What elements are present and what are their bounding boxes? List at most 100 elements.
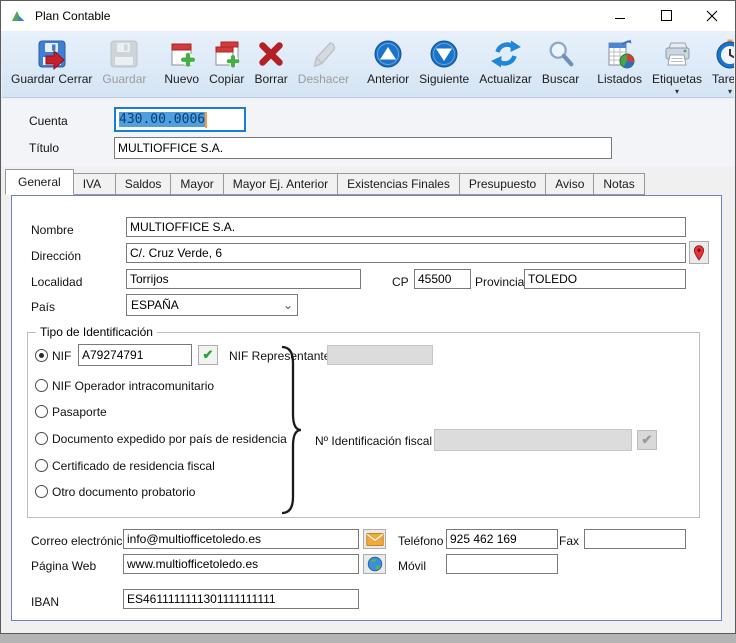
new-record-icon bbox=[166, 36, 198, 72]
toolbar-button-deshacer[interactable]: Deshacer bbox=[293, 33, 354, 97]
telefono-input[interactable] bbox=[446, 529, 558, 549]
nombre-input[interactable] bbox=[126, 217, 686, 237]
toolbar-button-etiquetas[interactable]: Etiquetas ▾ bbox=[647, 33, 707, 97]
dropdown-arrow-icon: ▾ bbox=[728, 87, 733, 96]
web-label: Página Web bbox=[31, 559, 97, 573]
maximize-icon bbox=[660, 10, 672, 21]
provincia-input[interactable] bbox=[524, 269, 686, 289]
direccion-label: Dirección bbox=[31, 249, 82, 263]
nombre-label: Nombre bbox=[31, 223, 74, 237]
cp-label: CP bbox=[392, 275, 409, 289]
direccion-input[interactable] bbox=[126, 243, 686, 263]
maximize-button[interactable] bbox=[643, 1, 689, 30]
close-icon bbox=[706, 10, 718, 21]
check-icon: ✔ bbox=[202, 347, 214, 362]
toolbar-label: Guardar bbox=[102, 72, 147, 86]
minimize-button[interactable] bbox=[597, 1, 643, 30]
cp-input[interactable] bbox=[414, 269, 471, 289]
tab-presupuesto[interactable]: Presupuesto bbox=[458, 173, 547, 195]
fax-label: Fax bbox=[559, 534, 580, 548]
toolbar-label: Deshacer bbox=[297, 72, 350, 86]
dropdown-arrow-icon: ▾ bbox=[674, 87, 679, 96]
toolbar-label: Borrar bbox=[254, 72, 288, 86]
tab-aviso[interactable]: Aviso bbox=[545, 173, 595, 195]
toolbar-button-borrar[interactable]: Borrar bbox=[249, 33, 292, 97]
undo-icon bbox=[308, 36, 338, 72]
correo-input[interactable] bbox=[123, 529, 359, 549]
tab-mayor-ej-anterior[interactable]: Mayor Ej. Anterior bbox=[222, 173, 339, 195]
tab-existencias-finales[interactable]: Existencias Finales bbox=[337, 173, 460, 195]
toolbar-label: Guardar Cerrar bbox=[11, 72, 93, 86]
grouping-brace bbox=[279, 345, 303, 520]
group-title: Tipo de Identificación bbox=[36, 325, 157, 339]
radio-otro-documento[interactable] bbox=[35, 485, 48, 498]
fax-input[interactable] bbox=[584, 529, 686, 549]
plan-contable-window: Plan Contable Guardar Cerrar Guardar Nue… bbox=[0, 0, 736, 634]
nif-representante-input bbox=[327, 345, 433, 365]
pais-select[interactable]: ESPAÑA ⌄ bbox=[126, 294, 298, 316]
tab-saldos[interactable]: Saldos bbox=[114, 173, 172, 195]
iban-input[interactable] bbox=[123, 589, 359, 609]
toolbar-button-siguiente[interactable]: Siguiente bbox=[414, 33, 474, 97]
tab-mayor[interactable]: Mayor bbox=[170, 173, 224, 195]
provincia-label: Provincia bbox=[475, 275, 525, 289]
toolbar-button-tareas[interactable]: Tareas ▾ bbox=[707, 33, 734, 97]
send-email-button[interactable] bbox=[363, 529, 386, 549]
printer-icon bbox=[661, 36, 693, 72]
cuenta-input[interactable]: 430.00.0006 bbox=[114, 107, 246, 132]
toolbar-button-buscar[interactable]: Buscar bbox=[537, 33, 584, 97]
radio-nif-operador[interactable] bbox=[35, 379, 48, 392]
save-close-icon bbox=[36, 36, 68, 72]
movil-label: Móvil bbox=[398, 559, 427, 573]
map-button[interactable] bbox=[689, 241, 709, 264]
titulo-input[interactable] bbox=[114, 137, 612, 159]
minimize-icon bbox=[614, 18, 625, 19]
envelope-icon bbox=[365, 532, 384, 546]
chevron-down-icon: ⌄ bbox=[282, 298, 293, 312]
toolbar-button-nuevo[interactable]: Nuevo bbox=[159, 33, 204, 97]
clock-icon bbox=[714, 36, 734, 72]
correo-label: Correo electrónico bbox=[31, 534, 130, 548]
localidad-input[interactable] bbox=[126, 269, 361, 289]
radio-nif[interactable] bbox=[35, 349, 48, 362]
fiscal-id-label: Nº Identificación fiscal bbox=[315, 434, 433, 448]
toolbar-button-copiar[interactable]: Copiar bbox=[204, 33, 249, 97]
text-caret bbox=[205, 111, 208, 128]
web-input[interactable] bbox=[123, 554, 359, 574]
close-button[interactable] bbox=[689, 1, 735, 30]
toolbar-label: Etiquetas bbox=[651, 72, 703, 86]
pais-label: País bbox=[31, 300, 56, 314]
open-website-button[interactable] bbox=[363, 554, 386, 574]
toolbar-button-actualizar[interactable]: Actualizar bbox=[474, 33, 537, 97]
radio-certificado-residencia-label: Certificado de residencia fiscal bbox=[52, 459, 215, 473]
toolbar-button-guardar-cerrar[interactable]: Guardar Cerrar bbox=[6, 33, 97, 97]
validate-nif-button[interactable]: ✔ bbox=[198, 345, 218, 365]
tab-notas[interactable]: Notas bbox=[593, 173, 645, 195]
copy-record-icon bbox=[211, 36, 243, 72]
toolbar-label: Actualizar bbox=[479, 72, 532, 86]
tab-strip: General IVA Saldos Mayor Mayor Ej. Anter… bbox=[2, 167, 734, 195]
radio-documento-residencia[interactable] bbox=[35, 432, 48, 445]
toolbar-label: Anterior bbox=[367, 72, 410, 86]
cuenta-selected-text: 430.00.0006 bbox=[119, 112, 206, 127]
fiscal-id-input bbox=[434, 429, 632, 451]
title-bar: Plan Contable bbox=[1, 1, 735, 31]
toolbar-label: Listados bbox=[597, 72, 642, 86]
tipo-identificacion-group: Tipo de Identificación NIF ✔ NIF Represe… bbox=[27, 325, 700, 520]
radio-certificado-residencia[interactable] bbox=[35, 459, 48, 472]
tab-general[interactable]: General bbox=[5, 169, 74, 195]
toolbar-button-anterior[interactable]: Anterior bbox=[362, 33, 414, 97]
general-tab-panel: Nombre Dirección Localidad CP Provincia … bbox=[11, 195, 722, 621]
radio-nif-operador-label: NIF Operador intracomunitario bbox=[52, 379, 215, 393]
toolbar-label: Copiar bbox=[209, 72, 245, 86]
check-icon: ✔ bbox=[641, 432, 653, 447]
tab-iva[interactable]: IVA bbox=[72, 173, 116, 195]
reports-icon bbox=[604, 36, 636, 72]
radio-pasaporte[interactable] bbox=[35, 405, 48, 418]
toolbar-button-guardar[interactable]: Guardar bbox=[97, 33, 151, 97]
toolbar-button-listados[interactable]: Listados bbox=[592, 33, 647, 97]
nif-input[interactable] bbox=[78, 344, 192, 366]
movil-input[interactable] bbox=[446, 554, 558, 574]
previous-icon bbox=[372, 36, 404, 72]
app-logo-icon bbox=[10, 8, 27, 24]
